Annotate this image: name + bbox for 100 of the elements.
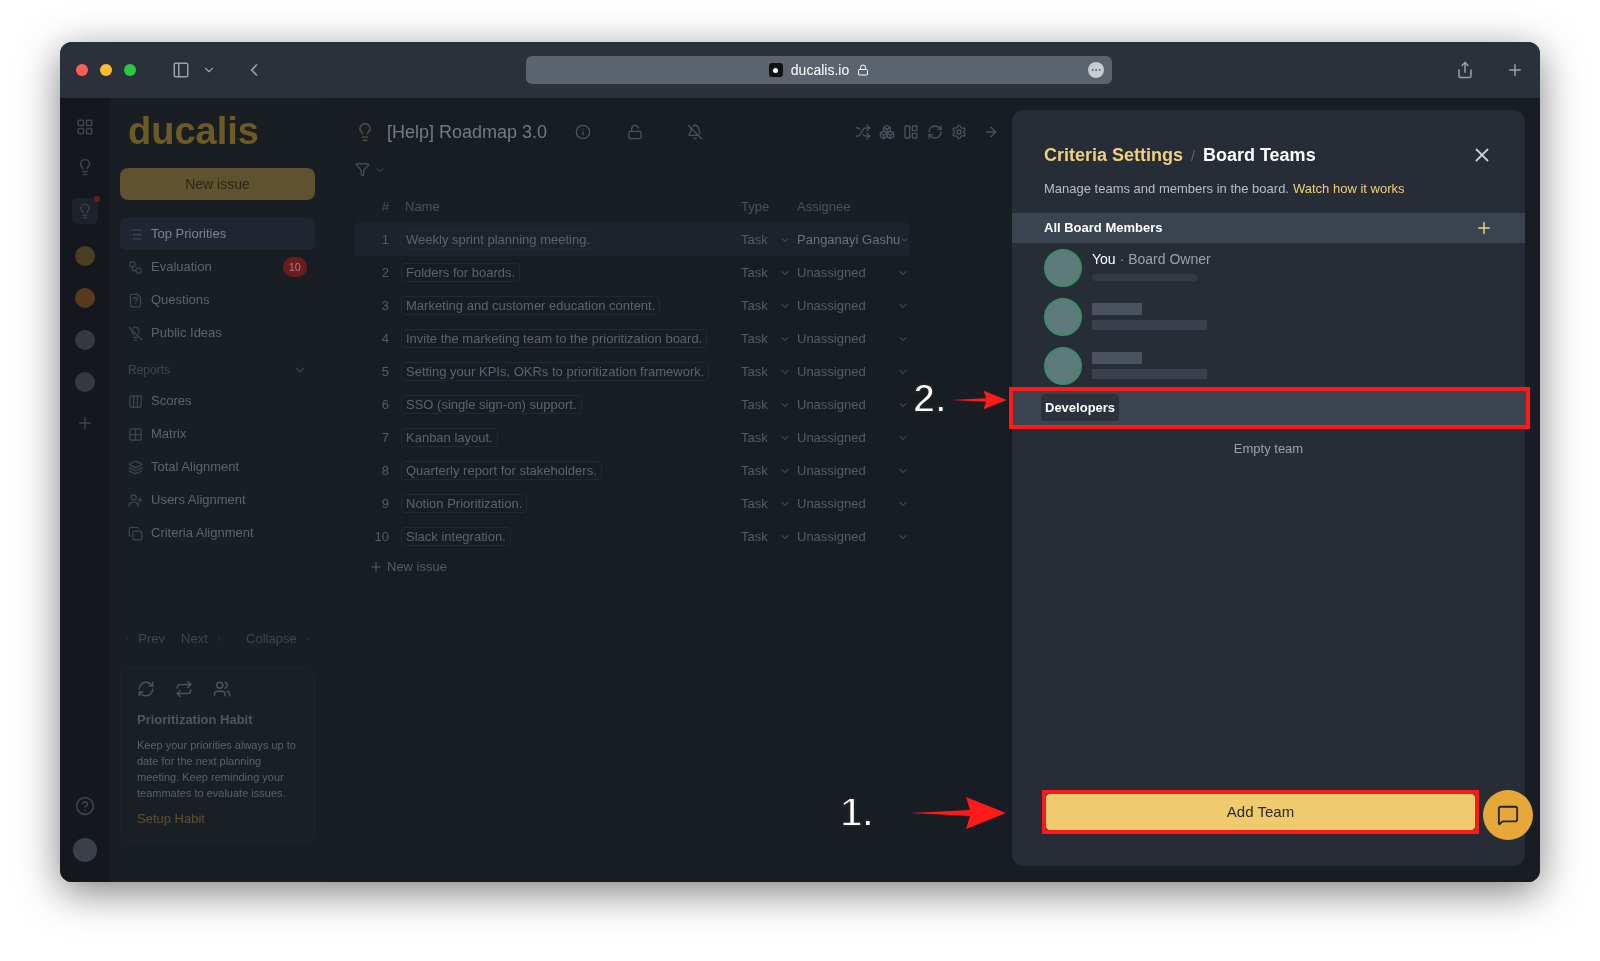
table-row[interactable]: 6 SSO (single sign-on) support. Task Unassigned xyxy=(355,388,909,421)
layout-icon[interactable] xyxy=(903,124,920,140)
type-select[interactable]: Task xyxy=(741,493,791,514)
table-row[interactable]: 10 Slack integration. Task Unassigned xyxy=(355,520,909,553)
people-icon xyxy=(213,679,231,698)
more-icon[interactable] xyxy=(1088,62,1104,78)
add-team-button[interactable]: Add Team xyxy=(1046,794,1475,830)
sidebar-item[interactable]: Criteria Alignment xyxy=(120,517,315,549)
user-plus-icon xyxy=(128,492,143,508)
sidebar-item[interactable]: Total Alignment xyxy=(120,451,315,483)
app-logo: ducalis xyxy=(127,109,259,154)
board-avatar-icon[interactable] xyxy=(75,246,95,266)
boxes-icon[interactable] xyxy=(879,124,896,140)
assignee-select[interactable]: Unassigned xyxy=(797,460,909,481)
assignee-select[interactable]: Unassigned xyxy=(797,361,909,382)
assignee-select[interactable]: Unassigned xyxy=(797,295,909,316)
type-select[interactable]: Task xyxy=(741,460,791,481)
type-select[interactable]: Task xyxy=(741,361,791,382)
board-avatar-icon[interactable] xyxy=(75,288,95,308)
chat-bubble-icon[interactable] xyxy=(1483,790,1533,840)
watch-link[interactable]: Watch how it works xyxy=(1292,179,1405,199)
panel-title: Board Teams xyxy=(1202,144,1316,167)
plus-icon[interactable] xyxy=(369,559,383,574)
issue-name[interactable]: Slack integration. xyxy=(401,526,511,546)
help-icon[interactable] xyxy=(75,796,95,816)
apps-grid-icon[interactable] xyxy=(76,118,94,136)
assignee-select[interactable]: Unassigned xyxy=(797,262,909,283)
table-row[interactable]: 1 Weekly sprint planning meeting. Task Panganayi Gashu xyxy=(355,223,909,256)
issue-name[interactable]: Setting your KPIs, OKRs to prioritization framework. xyxy=(401,361,710,381)
sidebar-item[interactable]: Evaluation 10 xyxy=(120,251,315,283)
board-avatar-icon[interactable] xyxy=(75,372,95,392)
issue-name[interactable]: Notion Prioritization. xyxy=(401,493,528,513)
type-select[interactable]: Task xyxy=(741,394,791,415)
empty-team-text: Empty team xyxy=(1233,439,1304,458)
table-row[interactable]: 4 Invite the marketing team to the prioritization board. Task Unassigned xyxy=(355,322,909,355)
row-number: 8 xyxy=(380,461,390,480)
row-number: 2 xyxy=(380,263,390,282)
type-select[interactable]: Task xyxy=(741,427,791,448)
setup-habit-link[interactable]: Setup Habit xyxy=(137,809,205,829)
sync-icon[interactable] xyxy=(927,124,944,140)
team-name[interactable]: Developers xyxy=(1041,393,1120,422)
table-row[interactable]: 9 Notion Prioritization. Task Unassigned xyxy=(355,487,909,520)
issue-name[interactable]: Marketing and customer education content. xyxy=(401,295,661,315)
address-bar[interactable]: ducalis.io xyxy=(526,56,1112,84)
sidebar-toggle-icon[interactable] xyxy=(172,61,190,79)
board-avatar-icon[interactable] xyxy=(75,330,95,350)
breadcrumb-link[interactable]: Criteria Settings xyxy=(1044,142,1184,169)
sidebar-item[interactable]: Matrix xyxy=(120,418,315,450)
type-select[interactable]: Task xyxy=(741,526,791,547)
table-row[interactable]: 5 Setting your KPIs, OKRs to prioritization framework. Task Unassigned xyxy=(355,355,909,388)
assignee-select[interactable]: Panganayi Gashu xyxy=(797,229,909,250)
sidebar-item[interactable]: Public Ideas xyxy=(120,317,315,349)
sidebar-item[interactable]: Scores xyxy=(120,385,315,417)
type-select[interactable]: Task xyxy=(741,295,791,316)
issue-name[interactable]: Quarterly report for stakeholders. xyxy=(401,460,602,480)
nodes-icon xyxy=(128,259,143,275)
habit-title: Prioritization Habit xyxy=(137,710,254,729)
board-rail-icon[interactable] xyxy=(72,198,98,224)
issue-name[interactable]: Invite the marketing team to the prioritization board. xyxy=(401,328,708,348)
settings-icon[interactable] xyxy=(951,124,968,140)
filter-icon[interactable] xyxy=(355,162,370,177)
minimize-window-icon[interactable] xyxy=(100,64,112,76)
unlock-icon[interactable] xyxy=(627,124,644,140)
table-row[interactable]: 3 Marketing and customer education content. Task Unassigned xyxy=(355,289,909,322)
assignee-select[interactable]: Unassigned xyxy=(797,394,909,415)
maximize-window-icon[interactable] xyxy=(124,64,136,76)
issue-name[interactable]: Kanban layout. xyxy=(401,427,498,447)
breadcrumb-separator: / xyxy=(1191,147,1195,166)
sidebar-item[interactable]: Top Priorities xyxy=(120,218,315,250)
new-tab-icon[interactable] xyxy=(1506,61,1524,79)
assignee-select[interactable]: Unassigned xyxy=(797,526,909,547)
member-avatar xyxy=(1044,346,1082,385)
sidebar-item[interactable]: Users Alignment xyxy=(120,484,315,516)
assignee-select[interactable]: Unassigned xyxy=(797,427,909,448)
issue-name[interactable]: SSO (single sign-on) support. xyxy=(401,394,582,414)
shuffle-icon[interactable] xyxy=(855,124,872,140)
issue-name[interactable]: Weekly sprint planning meeting. xyxy=(401,229,596,249)
type-select[interactable]: Task xyxy=(741,328,791,349)
type-select[interactable]: Task xyxy=(741,229,791,250)
new-issue-link[interactable]: New issue xyxy=(387,557,447,577)
table-row[interactable]: 2 Folders for boards. Task Unassigned xyxy=(355,256,909,289)
team-header[interactable]: Developers xyxy=(1013,390,1526,425)
issue-name[interactable]: Folders for boards. xyxy=(401,262,521,282)
row-number: 5 xyxy=(380,362,390,381)
type-select[interactable]: Task xyxy=(741,262,791,283)
info-icon[interactable] xyxy=(575,124,592,140)
step-number: 2. xyxy=(913,375,947,422)
bell-off-icon[interactable] xyxy=(687,124,704,140)
user-avatar[interactable] xyxy=(73,838,97,862)
assignee-select[interactable]: Unassigned xyxy=(797,328,909,349)
table-row[interactable]: 8 Quarterly report for stakeholders. Task Unassigned xyxy=(355,454,909,487)
add-board-icon[interactable] xyxy=(76,414,94,432)
assignee-select[interactable]: Unassigned xyxy=(797,493,909,514)
close-window-icon[interactable] xyxy=(76,64,88,76)
sidebar-item[interactable]: Questions xyxy=(120,284,315,316)
member-avatar xyxy=(1044,248,1082,287)
table-row[interactable]: 7 Kanban layout. Task Unassigned xyxy=(355,421,909,454)
share-icon[interactable] xyxy=(1456,61,1474,79)
column-header: # xyxy=(380,198,390,217)
member-role: · Board Owner xyxy=(1119,249,1211,269)
